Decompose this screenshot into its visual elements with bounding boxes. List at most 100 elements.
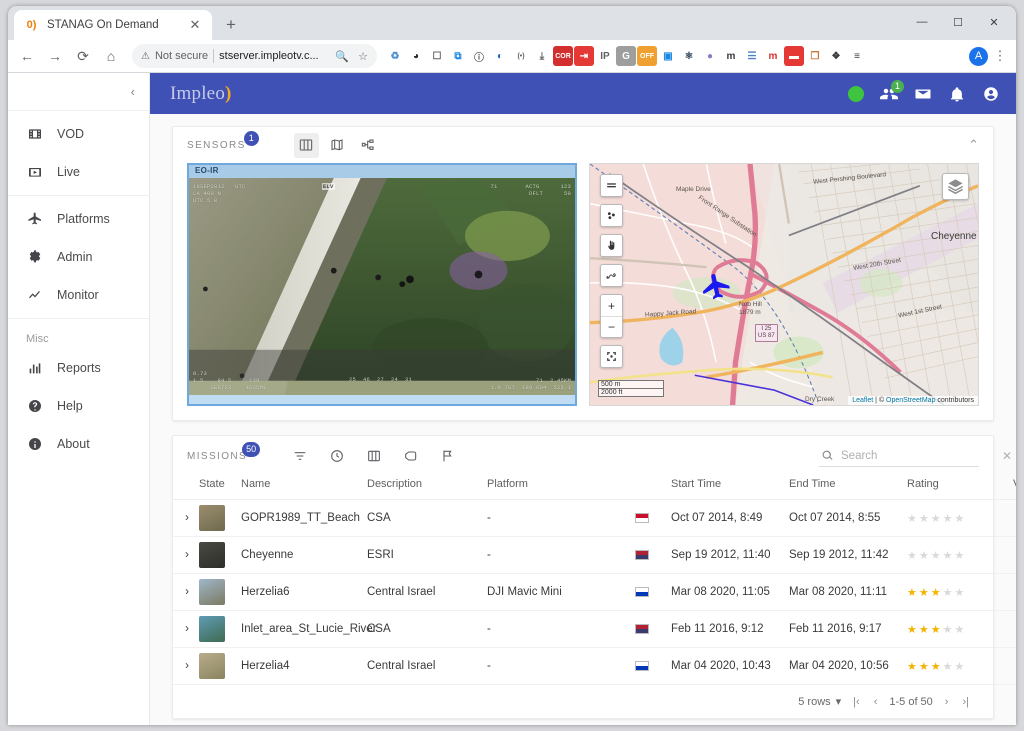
measure-icon[interactable] (601, 175, 623, 197)
next-page-button[interactable]: › (943, 696, 951, 708)
sensors-collapse-icon[interactable]: ⌃ (968, 137, 979, 153)
clear-search-icon[interactable]: ✕ (1002, 449, 1012, 463)
star-rating[interactable]: ★★★★★ (907, 513, 966, 525)
info-circle-extension-icon[interactable]: ⓘ (469, 46, 489, 66)
leaflet-link[interactable]: Leaflet (852, 397, 873, 404)
expand-row-icon[interactable]: › (173, 573, 195, 612)
address-bar[interactable]: ⚠ Not secure stserver.impleotv.c... 🔍 ☆ (132, 44, 377, 69)
screencast-extension-icon[interactable]: ☐ (427, 46, 447, 66)
sidebar-item-live[interactable]: Live (8, 153, 149, 191)
expand-row-icon[interactable]: › (173, 536, 195, 575)
star-rating[interactable]: ★★★★★ (907, 624, 966, 636)
table-row[interactable]: › GOPR1989_TT_Beach CSA - Oct 07 2014, 8:49 O… (173, 499, 1016, 538)
table-row[interactable]: › Cheyenne ESRI - Sep 19 2012, 11:40 Sep 19 2… (173, 536, 1016, 575)
star-rating[interactable]: ★★★★★ (907, 550, 966, 562)
account-icon[interactable] (982, 85, 1000, 103)
layers-icon[interactable] (942, 173, 969, 201)
forward-extension-icon[interactable]: ⇥ (574, 46, 594, 67)
rows-per-page-select[interactable]: 5 rows ▾ (798, 695, 841, 709)
back-icon[interactable]: ← (14, 43, 40, 69)
tree-view-icon[interactable] (356, 133, 381, 158)
expand-row-icon[interactable]: › (173, 499, 195, 538)
col-end-time[interactable]: End Time (785, 476, 903, 501)
react-extension-icon[interactable]: ⚛ (679, 46, 699, 66)
window-swap-extension-icon[interactable]: ⧉ (448, 46, 468, 66)
col-description[interactable]: Description (363, 476, 483, 501)
expand-row-icon[interactable]: › (173, 647, 195, 686)
row-rating[interactable]: ★★★★★ (903, 647, 1009, 686)
save-page-extension-icon[interactable]: ❐ (805, 46, 825, 66)
off-toggle-extension-icon[interactable]: OFF (637, 46, 657, 67)
split-view-icon[interactable] (293, 132, 319, 158)
col-name[interactable]: Name (237, 476, 363, 501)
sidebar-item-reports[interactable]: Reports (8, 349, 149, 387)
clock-icon[interactable] (324, 444, 349, 469)
globe-extension-icon[interactable]: ● (700, 46, 720, 66)
first-page-button[interactable]: |‹ (851, 696, 862, 708)
clock-extension-icon[interactable]: ◕ (406, 46, 426, 66)
zoom-in-icon[interactable]: + (601, 295, 623, 317)
close-icon[interactable]: ✕ (186, 16, 204, 34)
home-icon[interactable]: ⌂ (98, 43, 124, 69)
prev-page-button[interactable]: ‹ (872, 696, 880, 708)
row-rating[interactable]: ★★★★★ (903, 610, 1009, 649)
columns-icon[interactable] (361, 444, 386, 469)
sidebar-item-admin[interactable]: Admin (8, 238, 149, 276)
minimize-icon[interactable]: — (904, 9, 940, 35)
new-tab-button[interactable]: + (222, 15, 240, 34)
search-icon[interactable]: 🔍 (334, 50, 350, 63)
col-platform[interactable]: Platform (483, 476, 631, 501)
recycle-extension-icon[interactable]: ♻ (385, 46, 405, 66)
wifi-extension-icon[interactable]: (•) (511, 46, 531, 66)
sidebar-item-vod[interactable]: VOD (8, 115, 149, 153)
sidebar-item-help[interactable]: Help (8, 387, 149, 425)
col-state[interactable]: State (195, 476, 237, 501)
download-extension-icon[interactable]: ⤓ (532, 46, 552, 66)
col-rating[interactable]: Rating (903, 476, 1009, 501)
row-rating[interactable]: ★★★★★ (903, 573, 1009, 612)
map-canvas[interactable]: + − I 25 US 87 West Pershing Boulevard M… (590, 164, 978, 406)
hand-icon[interactable] (601, 235, 623, 257)
shield-extension-icon[interactable]: ◐ (490, 46, 510, 66)
fullscreen-icon[interactable] (601, 346, 623, 368)
col-views[interactable]: Views (1009, 476, 1016, 501)
missions-search[interactable]: ✕ (819, 446, 1012, 467)
sidebar-item-about[interactable]: About (8, 425, 149, 463)
draw-path-icon[interactable] (601, 265, 623, 287)
video-player-pane[interactable]: EO-IR 19SEP2012 UTC LA 400 N UTC 5 0 ELV… (187, 163, 578, 407)
star-rating[interactable]: ★★★★★ (907, 661, 966, 673)
tag-icon[interactable] (398, 444, 423, 469)
playlist-extension-icon[interactable]: ≡ (847, 46, 867, 66)
app-logo[interactable]: Impleo) (170, 83, 232, 105)
maximize-icon[interactable]: ☐ (940, 9, 976, 35)
cors-extension-icon[interactable]: COR (553, 46, 573, 67)
panel-extension-icon[interactable]: ▣ (658, 46, 678, 66)
people-icon[interactable]: 1 (880, 79, 904, 103)
star-icon[interactable]: ☆ (355, 50, 371, 63)
markers-icon[interactable] (601, 205, 623, 227)
puzzle-extension-icon[interactable]: ❖ (826, 46, 846, 66)
map-view-icon[interactable] (325, 133, 350, 158)
m-italic-extension-icon[interactable]: m (721, 46, 741, 66)
col-start-time[interactable]: Start Time (667, 476, 785, 501)
zoom-out-icon[interactable]: − (601, 316, 623, 338)
notes-extension-icon[interactable]: ☰ (742, 46, 762, 66)
row-rating[interactable]: ★★★★★ (903, 536, 1009, 575)
osm-link[interactable]: OpenStreetMap (886, 397, 935, 404)
table-row[interactable]: › Herzelia4 Central Israel - Mar 04 2020, 10… (173, 647, 1016, 686)
filter-icon[interactable] (287, 444, 312, 469)
browser-tab[interactable]: 0) STANAG On Demand ✕ (14, 9, 212, 40)
search-input[interactable] (841, 449, 995, 462)
star-rating[interactable]: ★★★★★ (907, 587, 966, 599)
ip-extension-icon[interactable]: IP (595, 46, 615, 66)
forward-icon[interactable]: → (42, 43, 68, 69)
map-pane[interactable]: + − I 25 US 87 West Pershing Boulevard M… (589, 163, 979, 407)
reload-icon[interactable]: ⟳ (70, 43, 96, 69)
m-red-extension-icon[interactable]: m (763, 46, 783, 66)
mail-icon[interactable] (914, 85, 932, 103)
browser-menu-icon[interactable]: ⋮ (990, 48, 1010, 64)
table-row[interactable]: › Inlet_area_St_Lucie_River CSA - Feb 11 201… (173, 610, 1016, 649)
profile-avatar[interactable]: A (969, 46, 988, 66)
sidebar-item-monitor[interactable]: Monitor (8, 276, 149, 314)
flag-icon[interactable] (435, 444, 460, 469)
